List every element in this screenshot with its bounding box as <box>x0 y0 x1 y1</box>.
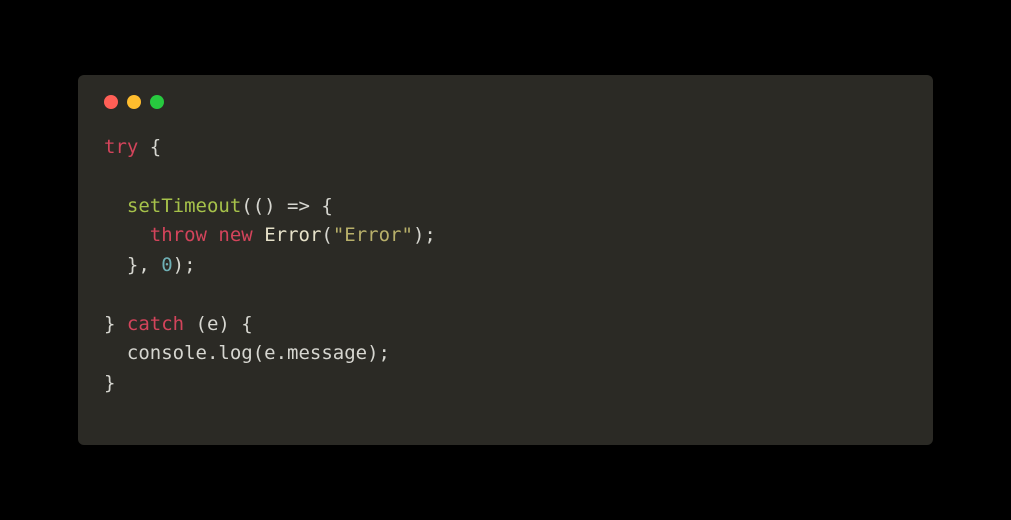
code-token: (() => { <box>241 195 333 217</box>
code-window: try { setTimeout(() => { throw new Error… <box>78 75 933 445</box>
code-token: catch <box>127 313 184 335</box>
code-token <box>207 224 218 246</box>
code-token <box>104 195 127 217</box>
code-token: "Error" <box>333 224 413 246</box>
code-token: 0 <box>161 254 172 276</box>
code-token <box>104 224 150 246</box>
code-token: ); <box>413 224 436 246</box>
code-token: { <box>138 136 161 158</box>
code-token: console.log(e.message); <box>104 342 390 364</box>
code-token: new <box>218 224 252 246</box>
code-token: } <box>104 372 115 394</box>
code-token: ( <box>321 224 332 246</box>
code-token: (e) { <box>184 313 253 335</box>
code-token: setTimeout <box>127 195 241 217</box>
code-token: } <box>104 313 127 335</box>
code-token: }, <box>104 254 161 276</box>
zoom-icon[interactable] <box>150 95 164 109</box>
code-token <box>253 224 264 246</box>
code-token: try <box>104 136 138 158</box>
titlebar <box>104 95 907 109</box>
code-block: try { setTimeout(() => { throw new Error… <box>104 133 907 398</box>
code-token: Error <box>264 224 321 246</box>
code-token: ); <box>173 254 196 276</box>
close-icon[interactable] <box>104 95 118 109</box>
minimize-icon[interactable] <box>127 95 141 109</box>
code-token: throw <box>150 224 207 246</box>
